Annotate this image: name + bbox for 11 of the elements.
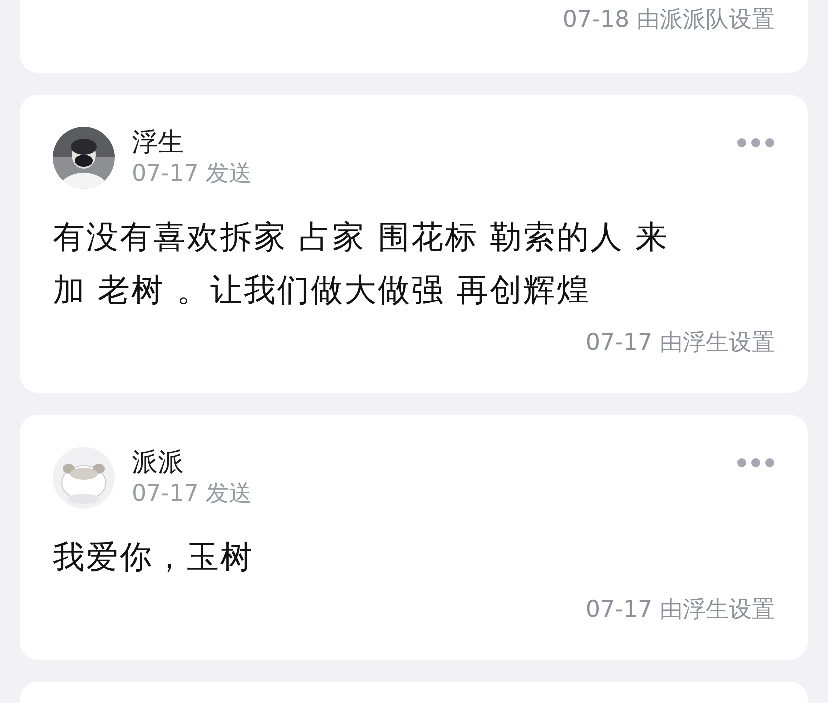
more-icon[interactable] [737,138,775,148]
more-icon[interactable] [737,458,775,468]
set-by-label: 07-17 由浮生设置 [586,596,775,625]
user-name: 派派 [132,447,185,479]
message-text: 我爱你，玉树 [53,537,255,578]
send-time: 07-17 发送 [132,480,254,509]
set-by-label: 07-17 由浮生设置 [586,329,775,358]
message-text: 有没有喜欢拆家 占家 围花标 勒索的人 来加 老树 。让我们做大做强 再创辉煌 [53,217,670,311]
send-time: 07-17 发送 [132,160,254,189]
user-name: 浮生 [132,127,185,159]
set-by-label: 07-18 由派派队设置 [562,6,775,35]
